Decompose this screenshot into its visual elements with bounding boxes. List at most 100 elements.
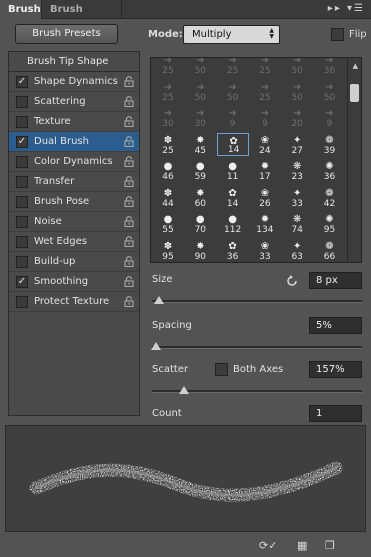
lock-icon[interactable] bbox=[124, 216, 134, 227]
brush-tip-preset[interactable]: ❁ 39 bbox=[314, 133, 346, 156]
option-checkbox[interactable] bbox=[16, 96, 28, 108]
mode-select[interactable]: Multiply ▲ ▼ bbox=[183, 25, 280, 44]
brush-tip-preset[interactable]: ✦ 63 bbox=[281, 239, 313, 262]
option-shape-dynamics[interactable]: ✓ Shape Dynamics bbox=[9, 72, 139, 92]
brush-tip-preset[interactable]: ✹ 17 bbox=[249, 159, 281, 182]
brush-tip-preset[interactable]: ✿ 14 bbox=[216, 132, 249, 156]
brush-tip-preset[interactable]: ✹ 134 bbox=[249, 212, 281, 235]
open-preset-manager-icon[interactable]: ▦ bbox=[297, 539, 307, 553]
size-input[interactable]: 8 px bbox=[309, 272, 362, 289]
brush-tip-preset[interactable]: ➜ 25 bbox=[152, 58, 184, 76]
scroll-thumb[interactable] bbox=[350, 84, 359, 102]
option-checkbox[interactable] bbox=[16, 236, 28, 248]
brush-tip-preset[interactable]: ● 70 bbox=[184, 212, 216, 235]
option-brush-pose[interactable]: Brush Pose bbox=[9, 192, 139, 212]
lock-icon[interactable] bbox=[124, 116, 134, 127]
brush-tip-preset[interactable]: ✺ 95 bbox=[314, 212, 346, 235]
brush-tip-preset[interactable]: ✸ 45 bbox=[184, 133, 216, 156]
option-protect-texture[interactable]: Protect Texture bbox=[9, 292, 139, 312]
brush-tip-preset[interactable]: ✦ 33 bbox=[281, 186, 313, 209]
lock-icon[interactable] bbox=[124, 176, 134, 187]
option-checkbox[interactable]: ✓ bbox=[16, 76, 28, 88]
count-input[interactable]: 1 bbox=[309, 405, 362, 422]
flip-checkbox[interactable] bbox=[331, 28, 344, 41]
option-scattering[interactable]: Scattering bbox=[9, 92, 139, 112]
lock-icon[interactable] bbox=[124, 156, 134, 167]
brush-tip-preset[interactable]: ❁ 66 bbox=[314, 239, 346, 262]
option-transfer[interactable]: Transfer bbox=[9, 172, 139, 192]
reset-size-icon[interactable] bbox=[285, 274, 299, 288]
brush-tip-preset[interactable]: ➜ 50 bbox=[281, 80, 313, 103]
option-texture[interactable]: Texture bbox=[9, 112, 139, 132]
brush-tip-preset[interactable]: ❀ 33 bbox=[249, 239, 281, 262]
scatter-slider-handle[interactable] bbox=[179, 386, 189, 394]
lock-icon[interactable] bbox=[124, 256, 134, 267]
brush-tip-preset[interactable]: ➜ 9 bbox=[249, 106, 281, 129]
lock-icon[interactable] bbox=[124, 76, 134, 87]
lock-icon[interactable] bbox=[124, 276, 134, 287]
brush-tip-preset[interactable]: ➜ 25 bbox=[249, 80, 281, 103]
lock-icon[interactable] bbox=[124, 96, 134, 107]
option-checkbox[interactable] bbox=[16, 156, 28, 168]
spacing-input[interactable]: 5% bbox=[309, 317, 362, 334]
option-smoothing[interactable]: ✓ Smoothing bbox=[9, 272, 139, 292]
brush-tip-preset[interactable]: ✽ 25 bbox=[152, 133, 184, 156]
brush-tip-preset[interactable]: ➜ 25 bbox=[217, 58, 249, 76]
option-checkbox[interactable] bbox=[16, 196, 28, 208]
tab-brush-presets[interactable]: Brush Presets bbox=[42, 0, 122, 34]
brush-tip-preset[interactable]: ➜ 36 bbox=[314, 58, 346, 76]
option-checkbox[interactable] bbox=[16, 296, 28, 308]
option-checkbox[interactable] bbox=[16, 116, 28, 128]
brush-tip-preset[interactable]: ● 55 bbox=[152, 212, 184, 235]
spacing-slider[interactable] bbox=[151, 342, 362, 350]
create-new-brush-icon[interactable]: ❐ bbox=[325, 539, 335, 553]
brush-tip-preset[interactable]: ● 11 bbox=[217, 159, 249, 182]
option-checkbox[interactable] bbox=[16, 176, 28, 188]
scroll-up-icon[interactable]: ▲ bbox=[353, 62, 358, 70]
toggle-bristle-preview-icon[interactable]: ⟳✓ bbox=[259, 539, 277, 553]
option-build-up[interactable]: Build-up bbox=[9, 252, 139, 272]
brush-tip-preset[interactable]: ➜ 50 bbox=[217, 80, 249, 103]
brush-tip-preset[interactable]: ➜ 30 bbox=[152, 106, 184, 129]
option-checkbox[interactable]: ✓ bbox=[16, 276, 28, 288]
brush-tip-preset[interactable]: ✺ 36 bbox=[314, 159, 346, 182]
brush-tip-preset[interactable]: ● 112 bbox=[217, 212, 249, 235]
brush-tip-preset[interactable]: ➜ 9 bbox=[217, 106, 249, 129]
brush-tip-preset[interactable]: ➜ 50 bbox=[314, 80, 346, 103]
option-checkbox[interactable] bbox=[16, 256, 28, 268]
brush-tip-preset[interactable]: ➜ 20 bbox=[281, 106, 313, 129]
brush-tip-preset[interactable]: ✿ 36 bbox=[217, 239, 249, 262]
brush-tip-preset[interactable]: ✽ 95 bbox=[152, 239, 184, 262]
scatter-slider[interactable] bbox=[152, 386, 362, 394]
brush-tip-preset[interactable]: ➜ 50 bbox=[184, 80, 216, 103]
size-slider-handle[interactable] bbox=[154, 296, 164, 304]
size-slider[interactable] bbox=[152, 296, 362, 304]
brush-tip-preset[interactable]: ➜ 25 bbox=[152, 80, 184, 103]
option-noise[interactable]: Noise bbox=[9, 212, 139, 232]
grid-scrollbar[interactable]: ▲ bbox=[347, 58, 361, 262]
brush-tip-preset[interactable]: ❋ 23 bbox=[281, 159, 313, 182]
brush-tip-preset[interactable]: ✸ 90 bbox=[184, 239, 216, 262]
brush-tip-preset[interactable]: ❀ 24 bbox=[249, 133, 281, 156]
option-wet-edges[interactable]: Wet Edges bbox=[9, 232, 139, 252]
option-checkbox[interactable]: ✓ bbox=[16, 136, 28, 148]
option-checkbox[interactable] bbox=[16, 216, 28, 228]
option-dual-brush[interactable]: ✓ Dual Brush bbox=[9, 132, 139, 152]
lock-icon[interactable] bbox=[124, 136, 134, 147]
brush-presets-button[interactable]: Brush Presets bbox=[15, 24, 118, 44]
lock-icon[interactable] bbox=[124, 296, 134, 307]
option-color-dynamics[interactable]: Color Dynamics bbox=[9, 152, 139, 172]
tab-brush[interactable]: Brush bbox=[0, 0, 42, 19]
lock-icon[interactable] bbox=[124, 196, 134, 207]
brush-tip-preset[interactable]: ❀ 26 bbox=[249, 186, 281, 209]
lock-icon[interactable] bbox=[124, 236, 134, 247]
brush-tip-preset[interactable]: ✸ 60 bbox=[184, 186, 216, 209]
brush-tip-preset[interactable]: ➜ 9 bbox=[314, 106, 346, 129]
scatter-input[interactable]: 157% bbox=[309, 361, 362, 378]
panel-menu-icon[interactable]: ▸▸ ▾☰ bbox=[328, 3, 365, 14]
spacing-slider-handle[interactable] bbox=[151, 342, 161, 350]
brush-tip-preset[interactable]: ✦ 27 bbox=[281, 133, 313, 156]
brush-tip-preset[interactable]: ● 59 bbox=[184, 159, 216, 182]
brush-tip-preset[interactable]: ❁ 42 bbox=[314, 186, 346, 209]
brush-tip-preset[interactable]: ➜ 25 bbox=[249, 58, 281, 76]
